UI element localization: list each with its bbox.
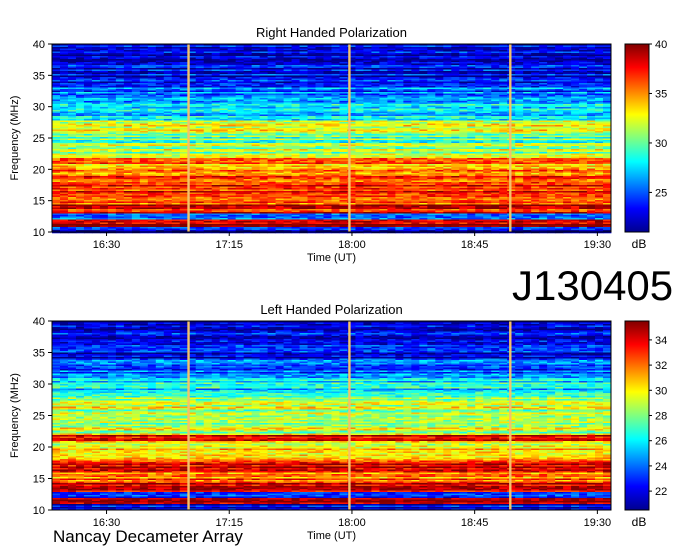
heatmap-cells bbox=[52, 44, 612, 234]
right-polarization-panel: Right Handed Polarization10152025303540F… bbox=[9, 25, 667, 264]
